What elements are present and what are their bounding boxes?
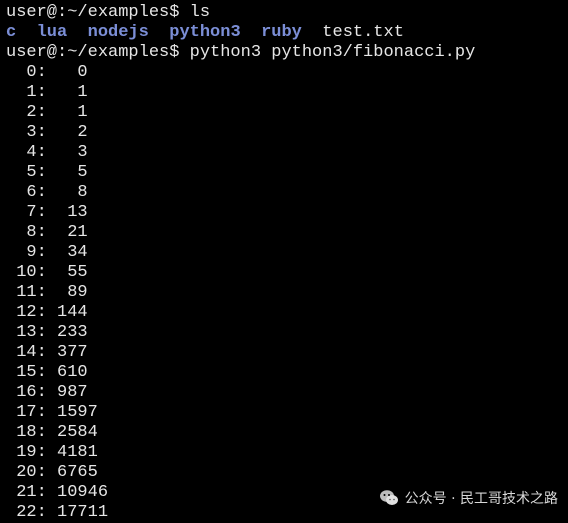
fib-row: 5: 5 xyxy=(6,163,88,182)
fib-row: 12: 144 xyxy=(6,303,88,322)
ls-entry-nodejs: nodejs xyxy=(87,23,149,42)
prompt-line-python: user@:~/examples$ python3 python3/fibona… xyxy=(6,43,476,62)
wechat-icon xyxy=(379,489,399,507)
ls-entry-lua: lua xyxy=(36,23,68,42)
fib-row: 7: 13 xyxy=(6,203,88,222)
fib-row: 13: 233 xyxy=(6,323,88,342)
fib-row: 9: 34 xyxy=(6,243,88,262)
ls-entry-test-txt: test.txt xyxy=(322,23,404,42)
fib-row: 3: 2 xyxy=(6,123,88,142)
fib-row: 4: 3 xyxy=(6,143,88,162)
fib-row: 14: 377 xyxy=(6,343,88,362)
ls-entry-python3: python3 xyxy=(169,23,241,42)
fib-row: 18: 2584 xyxy=(6,423,98,442)
fib-row: 1: 1 xyxy=(6,83,88,102)
fib-row: 8: 21 xyxy=(6,223,88,242)
fib-row: 17: 1597 xyxy=(6,403,98,422)
ls-entry-ruby: ruby xyxy=(261,23,302,42)
fib-row: 19: 4181 xyxy=(6,443,98,462)
fib-row: 11: 89 xyxy=(6,283,88,302)
fib-row: 16: 987 xyxy=(6,383,88,402)
fib-row: 2: 1 xyxy=(6,103,88,122)
fib-row: 6: 8 xyxy=(6,183,88,202)
watermark: 公众号 · 民工哥技术之路 xyxy=(379,488,558,508)
terminal-window[interactable]: user@:~/examples$ ls c lua nodejs python… xyxy=(0,0,568,522)
fibonacci-output: 0: 0 1: 1 2: 1 3: 2 4: 3 5: 5 6: 8 7: 13… xyxy=(6,63,568,523)
fib-row: 0: 0 xyxy=(6,63,88,82)
fib-row: 10: 55 xyxy=(6,263,88,282)
ls-output: c lua nodejs python3 ruby test.txt xyxy=(6,23,568,43)
prompt-line-ls: user@:~/examples$ ls xyxy=(6,3,211,22)
fib-row: 20: 6765 xyxy=(6,463,98,482)
fib-row: 15: 610 xyxy=(6,363,88,382)
watermark-text: 公众号 · 民工哥技术之路 xyxy=(404,491,558,507)
ls-entry-c: c xyxy=(6,23,17,42)
